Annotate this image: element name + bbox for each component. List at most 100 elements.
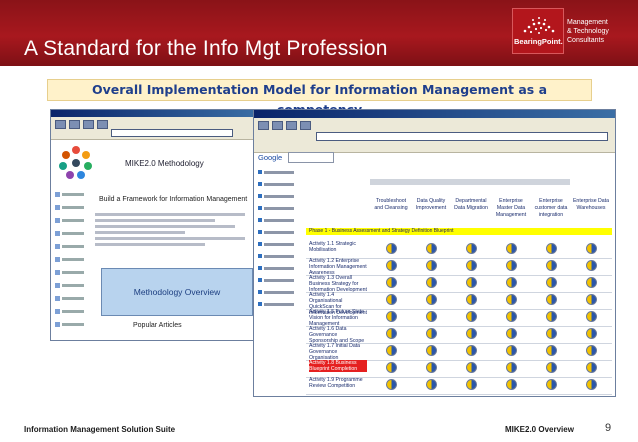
harvey-ball-icon <box>586 260 597 271</box>
harvey-ball-icon <box>586 379 597 390</box>
methodology-banner[interactable]: Methodology Overview <box>101 268 253 316</box>
harvey-ball-icon <box>586 328 597 339</box>
harvey-ball-icon <box>386 243 397 254</box>
slide-header: A Standard for the Info Mgt Profession B… <box>0 0 638 66</box>
harvey-ball-icon <box>546 277 557 288</box>
brand-name: BearingPoint. <box>514 37 563 46</box>
harvey-ball-icon <box>466 294 477 305</box>
nav-item[interactable] <box>53 216 87 226</box>
favorite-item[interactable] <box>256 168 304 176</box>
refresh-icon <box>83 120 94 129</box>
browser-toolbar <box>254 118 615 153</box>
nav-item[interactable] <box>53 281 87 291</box>
nav-item[interactable] <box>53 255 87 265</box>
column-header: Enterprise Master Data Management <box>495 198 527 218</box>
brand-tagline: Management & Technology Consultants <box>567 19 609 44</box>
nav-item[interactable] <box>53 242 87 252</box>
footer-suite-name: Information Management Solution Suite <box>24 425 176 434</box>
footer-deck-name: MIKE2.0 Overview <box>505 425 574 434</box>
stop-icon <box>286 121 297 130</box>
column-header: Departmental Data Migration <box>454 198 488 211</box>
harvey-ball-icon <box>386 379 397 390</box>
harvey-ball-icon <box>546 328 557 339</box>
column-header: Enterprise Data Warehouses <box>572 198 610 211</box>
favorite-item[interactable] <box>256 252 304 260</box>
harvey-ball-icon <box>426 260 437 271</box>
harvey-ball-icon <box>546 260 557 271</box>
harvey-ball-icon <box>546 379 557 390</box>
harvey-ball-icon <box>466 277 477 288</box>
nav-item[interactable] <box>53 268 87 278</box>
harvey-ball-icon <box>506 294 517 305</box>
harvey-ball-icon <box>506 328 517 339</box>
nav-item[interactable] <box>53 229 87 239</box>
site-title: MIKE2.0 Methodology <box>125 159 204 168</box>
harvey-ball-icon <box>426 243 437 254</box>
address-bar <box>111 129 233 137</box>
bearingpoint-logo: BearingPoint. <box>512 8 564 54</box>
google-search-input[interactable] <box>288 152 334 163</box>
favorite-item[interactable] <box>256 240 304 248</box>
favorite-item[interactable] <box>256 264 304 272</box>
nav-item[interactable] <box>53 307 87 317</box>
harvey-ball-icon <box>386 311 397 322</box>
popular-articles: Popular Articles <box>133 322 182 329</box>
harvey-ball-icon <box>466 362 477 373</box>
harvey-ball-icon <box>466 311 477 322</box>
browser-toolbar <box>51 117 258 140</box>
phase-label: Phase 1 - Business Assessment and Strate… <box>309 228 454 234</box>
harvey-ball-icon <box>586 362 597 373</box>
favorite-item[interactable] <box>256 180 304 188</box>
harvey-ball-icon <box>466 379 477 390</box>
favorite-item[interactable] <box>256 204 304 212</box>
harvey-ball-icon <box>426 379 437 390</box>
nav-item[interactable] <box>53 203 87 213</box>
favorite-item[interactable] <box>256 300 304 308</box>
logo-arc-icon <box>523 17 555 34</box>
nav-item[interactable] <box>53 294 87 304</box>
favorites-sidebar <box>256 168 304 390</box>
window-titlebar <box>254 110 615 118</box>
favorite-item[interactable] <box>256 192 304 200</box>
slide-subtitle: Overall Implementation Model for Informa… <box>47 79 592 117</box>
harvey-ball-icon <box>586 294 597 305</box>
back-icon <box>258 121 269 130</box>
matrix-row: Activity 1.9 Programme Review Competitio… <box>306 374 612 395</box>
harvey-ball-icon <box>426 311 437 322</box>
harvey-ball-icon <box>426 345 437 356</box>
harvey-ball-icon <box>586 243 597 254</box>
nav-item[interactable] <box>53 320 87 330</box>
home-icon <box>97 120 108 129</box>
harvey-ball-icon <box>506 362 517 373</box>
harvey-ball-icon <box>546 294 557 305</box>
harvey-ball-icon <box>506 311 517 322</box>
harvey-ball-icon <box>426 294 437 305</box>
column-header: Enterprise customer data integration <box>534 198 568 218</box>
matrix-screenshot: Google Troubleshoot and Cleansing Data Q… <box>253 109 616 397</box>
harvey-ball-icon <box>546 345 557 356</box>
harvey-ball-icon <box>386 362 397 373</box>
favorite-item[interactable] <box>256 228 304 236</box>
address-bar[interactable] <box>316 132 608 141</box>
harvey-ball-icon <box>426 362 437 373</box>
google-label: Google <box>258 153 283 162</box>
mike2-wheel-icon <box>59 146 92 179</box>
harvey-ball-icon <box>466 243 477 254</box>
phase-row: Phase 1 - Business Assessment and Strate… <box>306 228 612 235</box>
favorite-item[interactable] <box>256 276 304 284</box>
column-header: Data Quality Improvement <box>415 198 447 211</box>
harvey-ball-icon <box>426 277 437 288</box>
harvey-ball-icon <box>386 328 397 339</box>
harvey-ball-icon <box>506 243 517 254</box>
favorite-item[interactable] <box>256 216 304 224</box>
back-icon <box>55 120 66 129</box>
harvey-ball-icon <box>386 294 397 305</box>
favorite-item[interactable] <box>256 288 304 296</box>
harvey-ball-icon <box>466 328 477 339</box>
harvey-ball-icon <box>506 345 517 356</box>
window-titlebar <box>51 110 258 117</box>
harvey-ball-icon <box>546 243 557 254</box>
banner-text: Methodology Overview <box>133 287 221 297</box>
forward-icon <box>69 120 80 129</box>
nav-item[interactable] <box>53 190 87 200</box>
